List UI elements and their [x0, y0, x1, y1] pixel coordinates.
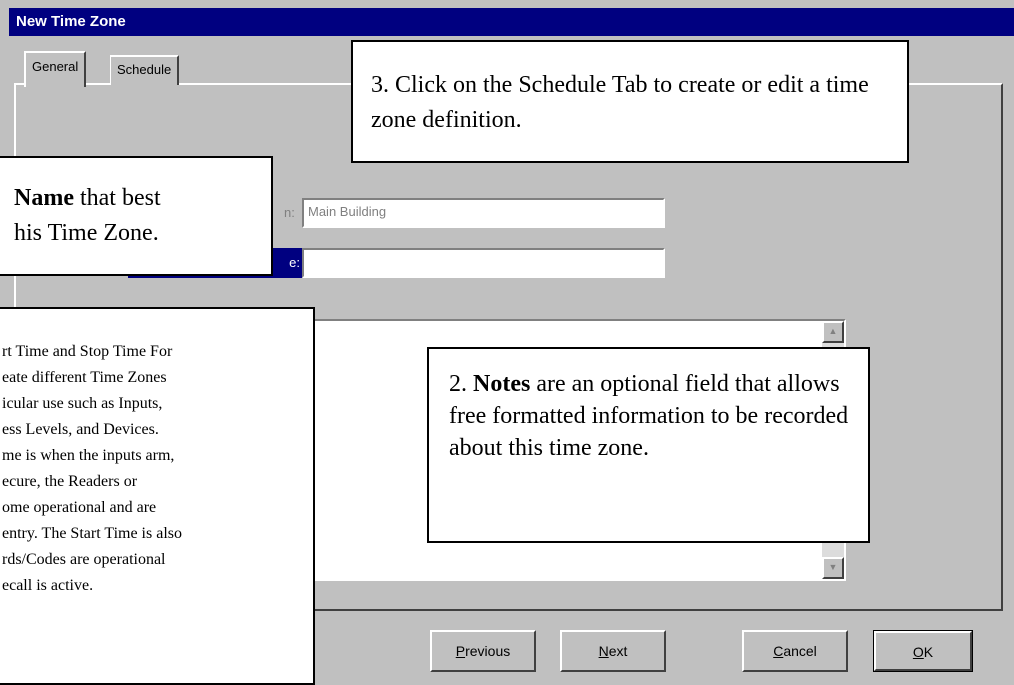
ok-label: K — [923, 644, 934, 660]
callout-start-stop-line: ecure, the Readers or — [2, 473, 138, 490]
tab-schedule[interactable]: Schedule — [110, 55, 180, 85]
cancel-label: ancel — [783, 643, 817, 659]
description-value: Main Building — [308, 204, 387, 219]
callout-notes: 2. Notes are an optional field that allo… — [427, 347, 870, 543]
previous-hotkey: P — [455, 643, 466, 659]
callout-start-stop-line: rds/Codes are operational — [2, 551, 166, 568]
callout-start-stop-line: eate different Time Zones — [2, 369, 167, 386]
title-bar: New Time Zone — [9, 8, 1014, 36]
window-title: New Time Zone — [16, 13, 126, 30]
description-label: n: — [284, 205, 295, 220]
callout-start-stop-line: ess Levels, and Devices. — [2, 421, 159, 438]
callout-name-bold: Name — [14, 185, 74, 211]
cancel-hotkey: C — [773, 643, 784, 659]
callout-notes-bold: Notes — [473, 371, 531, 397]
callout-name: Name that best his Time Zone. — [0, 156, 273, 276]
callout-start-stop-line: rt Time and Stop Time For — [2, 343, 173, 360]
callout-start-stop-line: me is when the inputs arm, — [2, 447, 175, 464]
previous-label: revious — [465, 643, 511, 659]
ok-hotkey: O — [912, 644, 924, 660]
scroll-down-arrow-icon[interactable]: ▼ — [822, 557, 844, 579]
callout-name-line1-rest: that best — [73, 185, 161, 211]
callout-name-line2: his Time Zone. — [14, 220, 159, 246]
tab-general-label: General — [32, 59, 79, 74]
callout-start-stop-line: ome operational and are — [2, 499, 157, 516]
name-field[interactable] — [302, 248, 665, 278]
scroll-up-arrow-icon[interactable]: ▲ — [822, 321, 844, 343]
callout-schedule-tab: 3. Click on the Schedule Tab to create o… — [351, 40, 909, 163]
callout-notes-prefix: 2. — [449, 371, 473, 397]
callout-start-stop-line: ecall is active. — [2, 577, 94, 594]
tab-general[interactable]: General — [24, 51, 87, 87]
name-label-text: e: — [289, 255, 300, 270]
next-hotkey: N — [598, 643, 609, 659]
callout-start-stop-line: icular use such as Inputs, — [2, 395, 163, 412]
tab-schedule-label: Schedule — [117, 62, 172, 77]
previous-button[interactable]: Previous — [430, 630, 536, 672]
next-label: ext — [608, 643, 628, 659]
callout-schedule-tab-text: 3. Click on the Schedule Tab to create o… — [371, 72, 869, 133]
next-button[interactable]: Next — [560, 630, 666, 672]
callout-start-stop-time: rt Time and Stop Time For eate different… — [0, 307, 315, 685]
callout-name-line1: Name that best — [14, 181, 263, 216]
description-field: Main Building — [302, 198, 665, 228]
ok-button[interactable]: OK — [873, 630, 973, 672]
callout-start-stop-line: entry. The Start Time is also — [2, 525, 182, 542]
dialog-window: New Time Zone General Schedule n: Main B… — [0, 0, 1014, 685]
cancel-button[interactable]: Cancel — [742, 630, 848, 672]
